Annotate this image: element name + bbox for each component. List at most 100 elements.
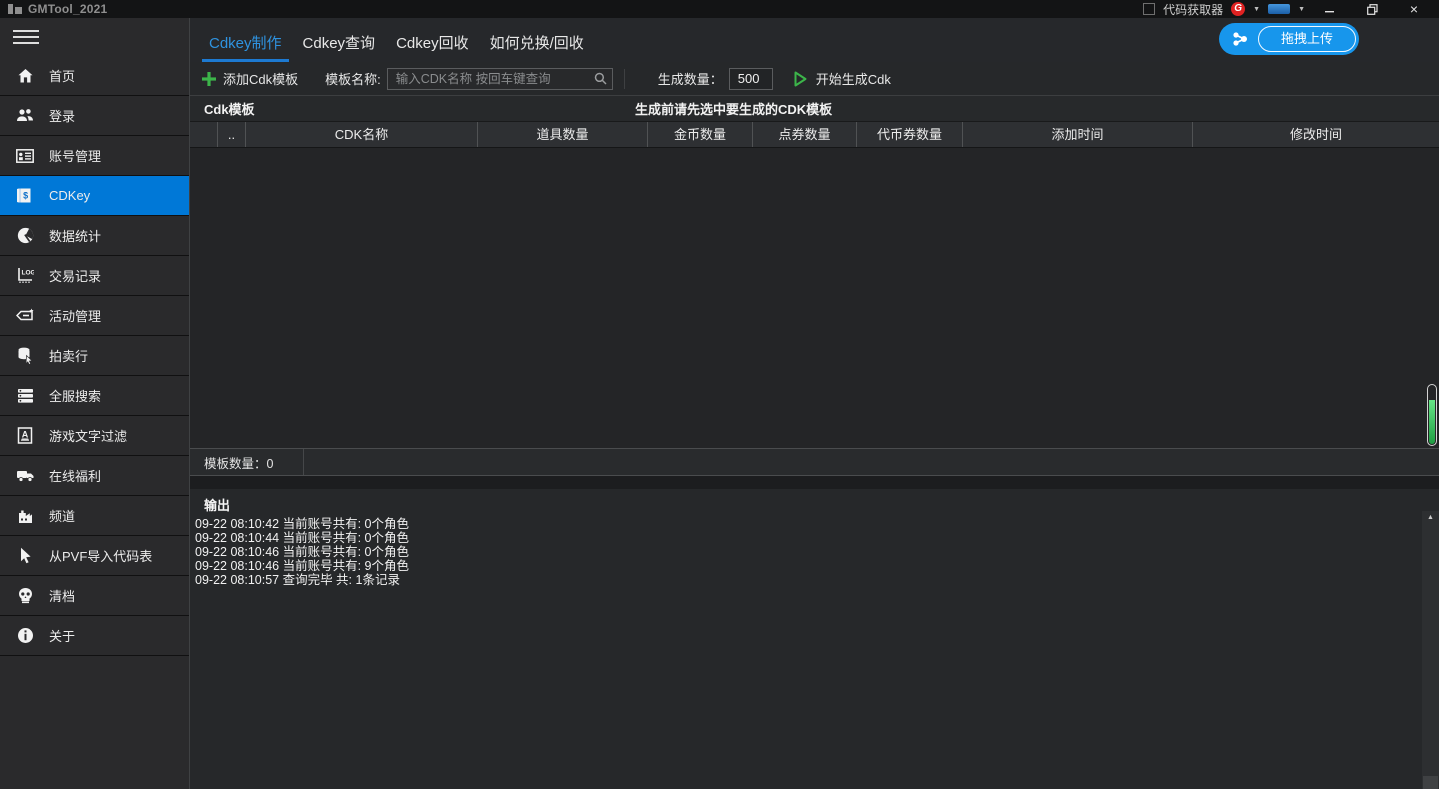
code-getter-checkbox[interactable] — [1143, 3, 1155, 15]
sidebar-item-label: 在线福利 — [49, 466, 101, 485]
skull-icon — [13, 587, 37, 604]
minimize-button[interactable] — [1313, 0, 1347, 18]
window-title: GMTool_2021 — [28, 2, 107, 16]
sidebar-item-channel[interactable]: 频道 — [0, 496, 189, 536]
sidebar-item-welfare[interactable]: 在线福利 — [0, 456, 189, 496]
add-cdk-template-button[interactable]: 添加Cdk模板 — [202, 69, 298, 88]
toolbar-divider — [624, 69, 625, 89]
app-logo-icon — [8, 3, 22, 15]
toolbar: 添加Cdk模板 模板名称: 生成数量： 开始生成Cdk — [190, 62, 1439, 96]
template-search-input[interactable] — [388, 72, 594, 86]
output-scrollbar[interactable]: ▲ — [1422, 511, 1439, 789]
home-icon — [13, 68, 37, 84]
id-card-icon — [13, 149, 37, 163]
col-modify-time[interactable]: 修改时间 — [1193, 122, 1439, 147]
sidebar-item-pvf-import[interactable]: 从PVF导入代码表 — [0, 536, 189, 576]
table-body-empty[interactable] — [190, 148, 1439, 448]
sidebar: 首页 登录 账号管理 $ CDKey 数据统计 LOG 交易记录 活动管理 拍卖… — [0, 18, 190, 789]
code-getter-label: 代码获取器 — [1163, 1, 1223, 18]
log-line: 09-22 08:10:57 查询完毕 共: 1条记录 — [190, 573, 1439, 587]
sidebar-item-cdkey[interactable]: $ CDKey — [0, 176, 189, 216]
section-header-row: Cdk模板 生成前请先选中要生成的CDK模板 — [190, 96, 1439, 122]
sidebar-item-text-filter[interactable]: A 游戏文字过滤 — [0, 416, 189, 456]
sidebar-item-activity[interactable]: 活动管理 — [0, 296, 189, 336]
search-icon[interactable] — [594, 72, 612, 85]
sidebar-item-label: CDKey — [49, 188, 90, 203]
main-panel: Cdkey制作 Cdkey查询 Cdkey回收 如何兑换/回收 拖拽上传 添加C… — [190, 18, 1439, 789]
tab-cdkey-recycle[interactable]: Cdkey回收 — [387, 32, 478, 62]
sidebar-item-label: 游戏文字过滤 — [49, 426, 127, 445]
start-generate-button[interactable]: 开始生成Cdk — [793, 69, 891, 88]
cursor-icon — [13, 547, 37, 564]
restore-icon — [1367, 4, 1378, 15]
log-line: 09-22 08:10:42 当前账号共有: 0个角色 — [190, 517, 1439, 531]
tab-cdkey-create[interactable]: Cdkey制作 — [200, 32, 291, 62]
users-icon — [13, 108, 37, 123]
sidebar-item-global-search[interactable]: 全服搜索 — [0, 376, 189, 416]
generate-count-label: 生成数量： — [658, 69, 723, 88]
panel-gap — [190, 476, 1439, 489]
color-swatch-icon[interactable] — [1268, 4, 1290, 14]
generate-count-input[interactable] — [729, 68, 773, 90]
sidebar-item-label: 数据统计 — [49, 226, 101, 245]
template-name-label: 模板名称: — [325, 69, 381, 88]
restore-button[interactable] — [1355, 0, 1389, 18]
titlebar-left: GMTool_2021 — [0, 2, 1143, 16]
scrollbar-thumb[interactable] — [1423, 776, 1438, 789]
tab-bar: Cdkey制作 Cdkey查询 Cdkey回收 如何兑换/回收 拖拽上传 — [190, 18, 1439, 62]
svg-text:LOG: LOG — [22, 270, 35, 277]
drag-upload-label: 拖拽上传 — [1258, 26, 1356, 52]
tab-cdkey-query[interactable]: Cdkey查询 — [294, 32, 385, 62]
template-search-box — [387, 68, 613, 90]
green-scroll-gauge[interactable] — [1427, 384, 1437, 446]
sidebar-item-account[interactable]: 账号管理 — [0, 136, 189, 176]
col-gold-count[interactable]: 金币数量 — [648, 122, 753, 147]
drag-upload-button[interactable]: 拖拽上传 — [1219, 23, 1359, 55]
col-select[interactable]: .. — [218, 122, 246, 147]
template-count-status: 模板数量：0 — [204, 453, 273, 472]
sidebar-item-stats[interactable]: 数据统计 — [0, 216, 189, 256]
factory-icon — [13, 508, 37, 524]
cdk-template-title: Cdk模板 — [204, 99, 255, 118]
sidebar-item-wipe-data[interactable]: 清档 — [0, 576, 189, 616]
sidebar-item-label: 登录 — [49, 106, 75, 125]
col-cdk-name[interactable]: CDK名称 — [246, 122, 478, 147]
truck-icon — [13, 469, 37, 483]
col-token-count[interactable]: 代币券数量 — [857, 122, 963, 147]
text-document-icon: A — [13, 427, 37, 444]
sidebar-item-about[interactable]: 关于 — [0, 616, 189, 656]
red-badge-icon[interactable]: G — [1231, 2, 1245, 16]
hamburger-menu-button[interactable] — [0, 18, 189, 56]
scroll-up-icon[interactable]: ▲ — [1422, 511, 1439, 521]
sidebar-item-transactions[interactable]: LOG 交易记录 — [0, 256, 189, 296]
col-row-handle[interactable] — [190, 122, 218, 147]
badge-dropdown-caret-icon[interactable]: ▼ — [1253, 6, 1260, 13]
sidebar-item-auction[interactable]: 拍卖行 — [0, 336, 189, 376]
plus-icon — [202, 72, 216, 86]
netdisk-cloud-icon — [1222, 30, 1258, 48]
sidebar-item-login[interactable]: 登录 — [0, 96, 189, 136]
col-item-count[interactable]: 道具数量 — [478, 122, 648, 147]
svg-text:$: $ — [23, 191, 28, 201]
log-line: 09-22 08:10:46 当前账号共有: 9个角色 — [190, 559, 1439, 573]
pie-chart-icon — [13, 227, 37, 244]
minimize-icon — [1325, 5, 1335, 15]
select-template-hint: 生成前请先选中要生成的CDK模板 — [635, 99, 832, 118]
titlebar: GMTool_2021 代码获取器 G ▼ ▼ × — [0, 0, 1439, 18]
col-point-count[interactable]: 点券数量 — [753, 122, 857, 147]
sidebar-item-home[interactable]: 首页 — [0, 56, 189, 96]
play-icon — [793, 71, 808, 87]
log-line: 09-22 08:10:44 当前账号共有: 0个角色 — [190, 531, 1439, 545]
status-bar: 模板数量：0 — [190, 448, 1439, 476]
server-list-icon — [13, 388, 37, 404]
swatch-dropdown-caret-icon[interactable]: ▼ — [1298, 6, 1305, 13]
titlebar-right: 代码获取器 G ▼ ▼ × — [1143, 0, 1439, 18]
col-add-time[interactable]: 添加时间 — [963, 122, 1193, 147]
start-generate-label: 开始生成Cdk — [816, 69, 891, 88]
gauge-fill — [1429, 400, 1435, 444]
tag-icon — [13, 308, 37, 323]
output-panel: 输出 09-22 08:10:42 当前账号共有: 0个角色 09-22 08:… — [190, 489, 1439, 789]
sidebar-item-label: 拍卖行 — [49, 346, 88, 365]
tab-how-to-redeem[interactable]: 如何兑换/回收 — [481, 32, 593, 62]
close-button[interactable]: × — [1397, 0, 1431, 18]
